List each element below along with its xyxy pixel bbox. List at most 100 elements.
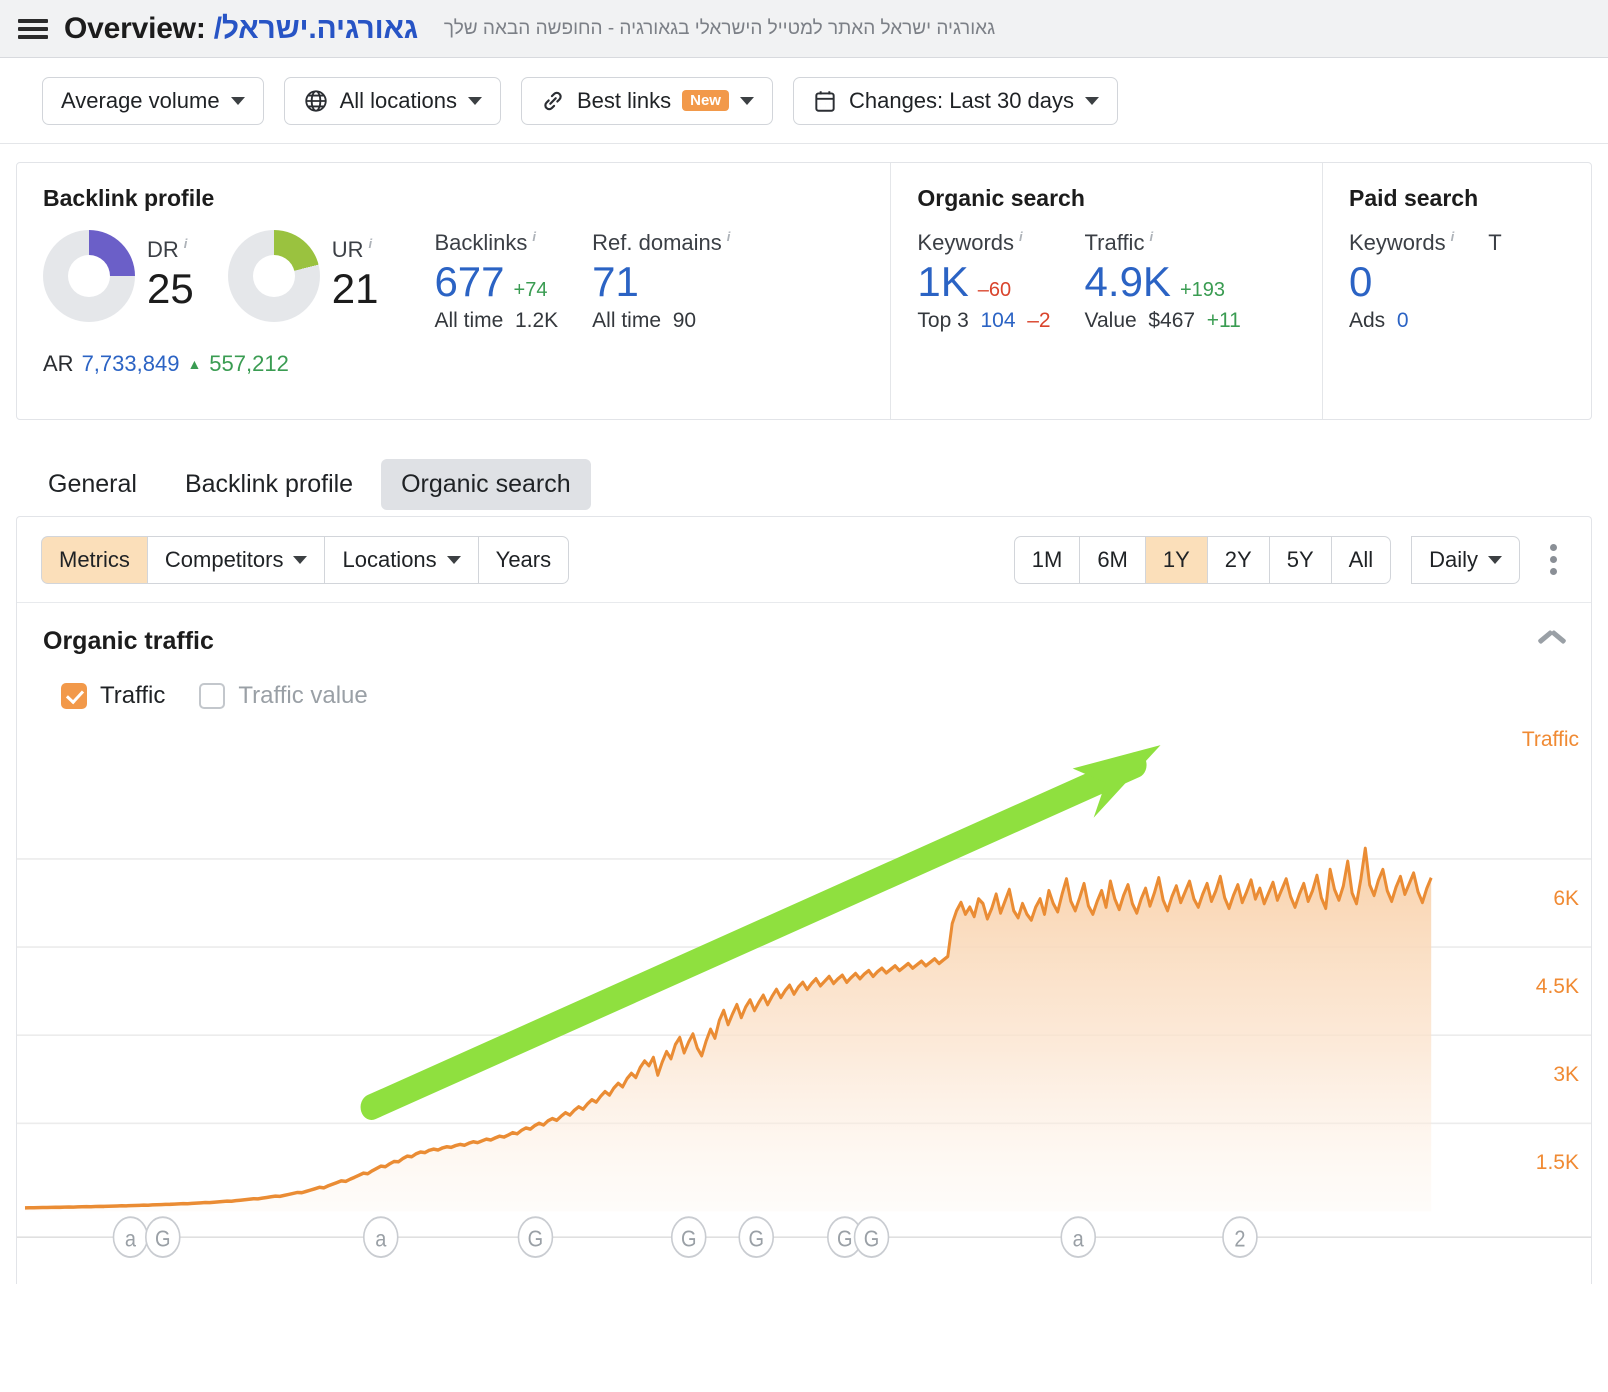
traffic-value-checkbox[interactable] — [199, 683, 226, 709]
filter-changes-range[interactable]: Changes: Last 30 days — [792, 76, 1119, 125]
range-5y[interactable]: 5Y — [1268, 535, 1331, 584]
filter-average-volume[interactable]: Average volume — [42, 76, 264, 125]
chevron-down-icon — [739, 96, 754, 105]
svg-text:2: 2 — [1234, 1225, 1245, 1252]
chevron-down-icon — [446, 555, 461, 564]
y-tick-label: 4.5K — [1535, 974, 1579, 998]
filter-bar: Average volume All locations Best links … — [0, 58, 1608, 144]
range-6m[interactable]: 6M — [1079, 535, 1145, 584]
event-marker-G[interactable]: G — [517, 1216, 554, 1258]
metric-ref-domains-value[interactable]: 71 — [592, 256, 639, 309]
tab-backlink-profile[interactable]: Backlink profile — [165, 459, 373, 510]
info-icon[interactable]: i — [1149, 229, 1153, 244]
event-marker-2[interactable]: 2 — [1222, 1216, 1258, 1258]
segment-metrics[interactable]: Metrics — [41, 535, 147, 584]
metric-organic-keywords-value-wrap: 1K –60 — [917, 256, 1050, 309]
metric-organic-traffic-value[interactable]: 4.9K — [1085, 256, 1171, 309]
metric-group-paid-search: Paid search Keywords i 0 Ads 0 T — [1322, 163, 1591, 419]
metric-organic-keywords-sub: Top 3 104 –2 — [917, 309, 1050, 333]
metric-dr: DR i 25 — [43, 230, 228, 322]
svg-text:G: G — [748, 1225, 764, 1252]
page-title-domain[interactable]: /גאורגיה.ישראל — [214, 12, 418, 45]
segment-competitors[interactable]: Competitors — [146, 535, 325, 584]
info-icon[interactable]: i — [184, 236, 188, 251]
segment-locations[interactable]: Locations — [324, 535, 478, 584]
metric-backlinks-value-wrap: 677 +74 — [434, 256, 558, 309]
segment-locations-label: Locations — [342, 546, 437, 572]
metric-backlinks-value[interactable]: 677 — [434, 256, 504, 309]
range-all[interactable]: All — [1330, 535, 1392, 584]
panel-view-segments: Metrics Competitors Locations Years — [41, 535, 570, 584]
metric-organic-traffic-sub-value: $467 — [1148, 308, 1196, 332]
info-icon[interactable]: i — [369, 236, 373, 251]
traffic-checkbox[interactable] — [61, 683, 87, 709]
range-1m[interactable]: 1M — [1013, 535, 1080, 584]
overview-metrics-strip: Backlink profile DR i 25 UR i 21 Backlin… — [16, 162, 1592, 420]
chevron-up-icon[interactable] — [1539, 634, 1565, 649]
event-marker-G[interactable]: G — [145, 1216, 181, 1258]
metric-backlinks: Backlinks i 677 +74 All time 1.2K — [412, 229, 592, 333]
info-icon[interactable]: i — [727, 229, 731, 244]
metric-organic-traffic-sub-delta: +11 — [1206, 308, 1241, 332]
metric-ar-label: AR — [43, 350, 74, 376]
metric-organic-traffic-value-wrap: 4.9K +193 — [1085, 256, 1241, 309]
time-range-segments: 1M 6M 1Y 2Y 5Y All — [1013, 535, 1392, 584]
metric-organic-keywords-value[interactable]: 1K — [917, 256, 968, 309]
metric-paid-keywords-value[interactable]: 0 — [1349, 256, 1454, 309]
app-header: Overview: /גאורגיה.ישראל גאורגיה ישראל ה… — [0, 0, 1608, 58]
chart-canvas[interactable]: aGaGGGGGa2 — [17, 724, 1591, 1284]
group-title-paid-search: Paid search — [1349, 185, 1479, 211]
metric-ref-domains-sub-label: All time — [592, 308, 662, 332]
event-marker-a[interactable]: a — [362, 1216, 399, 1258]
more-vertical-icon[interactable] — [1540, 536, 1567, 583]
metric-organic-traffic: Traffic i 4.9K +193 Value $467 +11 — [1084, 229, 1275, 333]
event-marker-G[interactable]: G — [738, 1216, 774, 1258]
info-icon[interactable]: i — [1451, 229, 1455, 244]
range-1y[interactable]: 1Y — [1144, 535, 1207, 584]
event-marker-a[interactable]: a — [112, 1216, 149, 1258]
ur-donut-chart — [227, 230, 320, 322]
hamburger-icon[interactable] — [18, 17, 48, 41]
info-icon[interactable]: i — [532, 229, 536, 244]
globe-icon — [303, 88, 329, 114]
filter-all-locations[interactable]: All locations — [283, 76, 501, 125]
range-1y-label: 1Y — [1162, 546, 1190, 572]
legend-traffic[interactable]: Traffic — [61, 682, 165, 710]
range-2y[interactable]: 2Y — [1206, 535, 1269, 584]
segment-years[interactable]: Years — [477, 535, 570, 584]
granularity-daily[interactable]: Daily — [1411, 535, 1520, 584]
metric-organic-traffic-sub-label: Value — [1084, 308, 1137, 332]
svg-text:a: a — [125, 1225, 137, 1252]
organic-search-panel: Metrics Competitors Locations Years 1M 6… — [16, 516, 1592, 1284]
svg-text:G: G — [528, 1225, 544, 1252]
metric-paid-keywords-sub-value: 0 — [1396, 308, 1409, 332]
section-tabs: General Backlink profile Organic search — [0, 420, 1608, 516]
svg-text:G: G — [864, 1225, 880, 1252]
metric-ref-domains: Ref. domains i 71 All time 90 — [592, 229, 764, 333]
metric-group-backlink-profile: Backlink profile DR i 25 UR i 21 Backlin… — [17, 163, 890, 419]
legend-traffic-label: Traffic — [100, 682, 166, 709]
legend-traffic-value[interactable]: Traffic value — [199, 682, 368, 710]
tab-general[interactable]: General — [28, 459, 157, 510]
range-5y-label: 5Y — [1286, 546, 1314, 572]
link-icon — [540, 88, 566, 114]
filter-best-links[interactable]: Best links New — [520, 76, 773, 125]
event-marker-G[interactable]: G — [670, 1216, 707, 1258]
page-title-prefix: Overview: — [64, 11, 206, 45]
y-tick-label: 1.5K — [1535, 1151, 1579, 1175]
metric-dr-label-wrap: DR i — [147, 236, 194, 263]
metric-paid-traffic-clipped: T — [1488, 230, 1535, 256]
segment-years-label: Years — [495, 546, 552, 572]
metric-backlinks-label: Backlinks — [434, 230, 528, 255]
event-marker-a[interactable]: a — [1060, 1216, 1097, 1258]
tab-organic-search[interactable]: Organic search — [381, 458, 591, 510]
metric-ar-change: 557,212 — [209, 350, 289, 376]
granularity-daily-label: Daily — [1429, 546, 1478, 572]
metric-paid-keywords-label-wrap: Keywords i — [1349, 229, 1455, 256]
event-marker-G[interactable]: G — [853, 1216, 890, 1258]
organic-traffic-chart[interactable]: aGaGGGGGa2 Traffic 6K 4.5K 3K 1.5K — [17, 724, 1591, 1284]
metric-organic-keywords-sub-label: Top 3 — [917, 308, 969, 332]
metric-ar-value[interactable]: 7,733,849 — [82, 351, 180, 377]
dr-donut-chart — [43, 230, 135, 322]
info-icon[interactable]: i — [1019, 229, 1023, 244]
